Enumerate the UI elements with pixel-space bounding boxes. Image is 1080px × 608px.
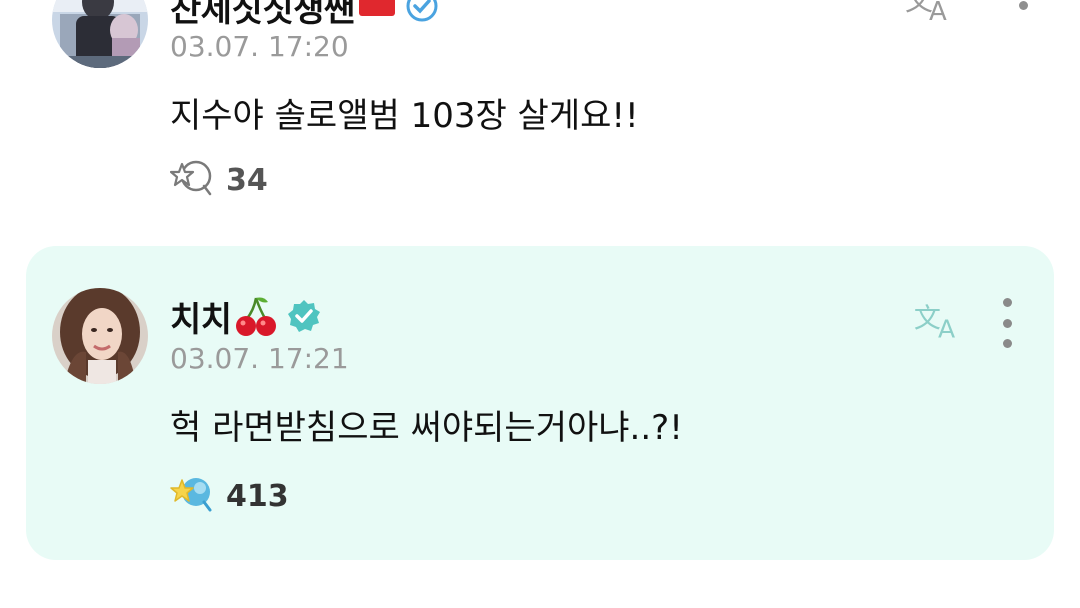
comment-text: 지수야 솔로앨범 103장 살게요!! xyxy=(170,96,639,136)
comment-text: 헉 라면받침으로 써야되는거아냐..?! xyxy=(170,408,683,448)
author-name[interactable]: 치치 xyxy=(170,292,232,341)
svg-text:文: 文 xyxy=(914,304,941,335)
comment-item: 찬제짓짓쟁짼 文 A 03.07. 17:20 지수야 솔로앨범 103장 살게… xyxy=(0,0,1080,222)
comment-item-highlighted: 치치 文 A 03.07. 17:21 헉 라면받침으로 써야되는거아냐..?!… xyxy=(26,246,1054,560)
dot xyxy=(1018,0,1028,10)
author-name[interactable]: 찬제짓짓쟁짼 xyxy=(170,0,355,31)
avatar[interactable] xyxy=(52,0,148,68)
timestamp: 03.07. 17:20 xyxy=(170,30,349,63)
dot xyxy=(1002,339,1012,348)
reaction-count: 413 xyxy=(226,478,289,514)
verified-badge-icon xyxy=(286,298,322,334)
verified-badge-icon xyxy=(405,0,439,23)
more-vertical-icon[interactable] xyxy=(1008,0,1038,30)
translate-icon[interactable]: 文 A xyxy=(903,0,957,24)
reaction-count: 34 xyxy=(226,162,268,198)
translate-icon[interactable]: 文 A xyxy=(912,298,966,342)
cherry-emoji xyxy=(234,294,278,338)
star-bubble-outline-icon xyxy=(169,158,216,202)
comment-list: 찬제짓짓쟁짼 文 A 03.07. 17:20 지수야 솔로앨범 103장 살게… xyxy=(0,0,1080,608)
author-row: 치치 xyxy=(170,292,322,341)
timestamp: 03.07. 17:21 xyxy=(170,342,349,375)
author-row: 찬제짓짓쟁짼 xyxy=(170,0,439,31)
red-flag-emoji xyxy=(357,0,397,24)
more-vertical-icon[interactable] xyxy=(992,298,1022,348)
reaction-button[interactable]: 34 xyxy=(169,158,268,202)
svg-text:A: A xyxy=(938,314,955,342)
star-bubble-filled-icon xyxy=(170,474,216,518)
reaction-button[interactable]: 413 xyxy=(170,474,289,518)
svg-text:A: A xyxy=(929,0,947,24)
dot xyxy=(1002,298,1012,307)
avatar[interactable] xyxy=(52,288,148,384)
dot xyxy=(1002,318,1012,328)
